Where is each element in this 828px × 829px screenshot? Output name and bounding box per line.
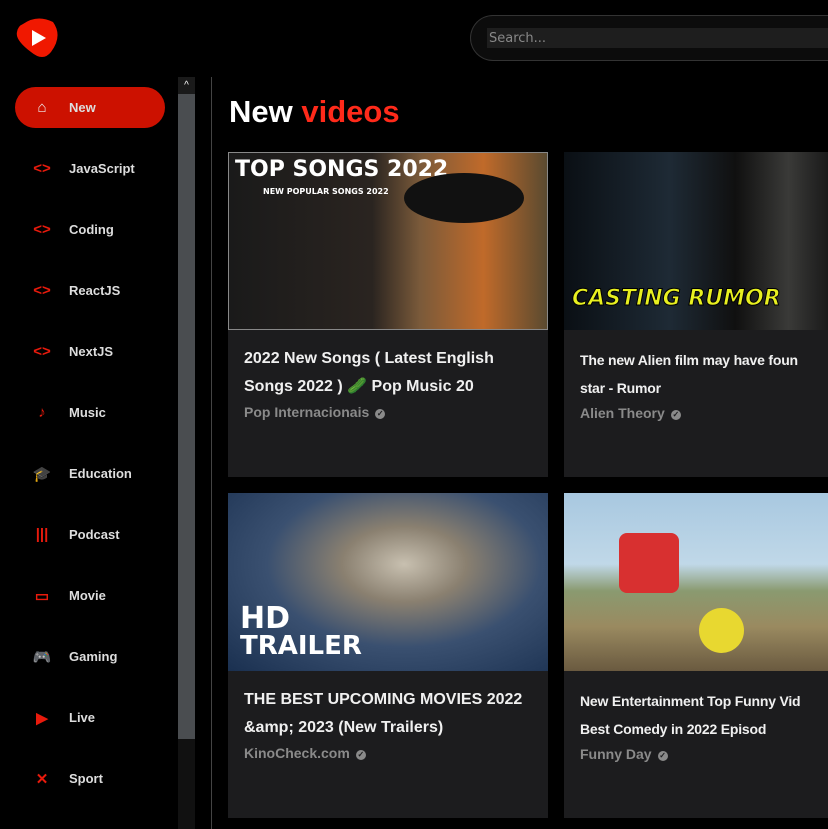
music-note-icon: ♪ <box>38 404 46 421</box>
scroll-up-button[interactable]: ^ <box>178 77 195 94</box>
home-icon: ⌂ <box>37 99 47 116</box>
channel-name[interactable]: KinoCheck.com ✓ <box>244 745 532 761</box>
video-title-line2[interactable]: Best Comedy in 2022 Episod <box>580 715 824 743</box>
video-card[interactable]: New Entertainment Top Funny Vid Best Come… <box>564 493 828 818</box>
video-title[interactable]: THE BEST UPCOMING MOVIES 2022 <box>244 686 532 714</box>
channel-name[interactable]: Funny Day ✓ <box>580 746 824 762</box>
sidebar-item-reactjs[interactable]: <> ReactJS <box>15 270 165 311</box>
code-icon: <> <box>33 221 51 238</box>
video-thumbnail[interactable] <box>564 493 828 671</box>
sidebar-item-new[interactable]: ⌂ New <box>15 87 165 128</box>
video-title-line2[interactable]: star - Rumor <box>580 374 824 402</box>
thumbnail-subtext: TRAILER <box>240 631 362 661</box>
sidebar-item-label: NextJS <box>69 344 114 359</box>
sidebar-item-nextjs[interactable]: <> NextJS <box>15 331 165 372</box>
sidebar-item-label: New <box>69 100 96 115</box>
thumbnail-text: TOP SONGS 2022 <box>235 157 449 182</box>
sidebar-item-label: ReactJS <box>69 283 121 298</box>
video-card[interactable]: HD TRAILER THE BEST UPCOMING MOVIES 2022… <box>228 493 548 818</box>
sidebar-item-sport[interactable]: ✕ Sport <box>15 758 165 799</box>
page-title: New videos <box>229 94 400 130</box>
sidebar-item-label: Sport <box>69 771 103 786</box>
sidebar-item-javascript[interactable]: <> JavaScript <box>15 148 165 189</box>
thumbnail-subtext: NEW POPULAR SONGS 2022 <box>263 187 389 196</box>
video-title-line2[interactable]: &amp; 2023 (New Trailers) <box>244 714 532 742</box>
logo[interactable] <box>15 16 59 60</box>
sidebar-item-label: Coding <box>69 222 114 237</box>
video-title[interactable]: The new Alien film may have foun <box>580 346 824 374</box>
sidebar-item-label: Live <box>69 710 96 725</box>
title-word-new: New <box>229 94 293 129</box>
sidebar-item-gaming[interactable]: 🎮 Gaming <box>15 636 165 677</box>
sidebar-scrollbar[interactable]: ^ <box>178 77 195 829</box>
code-icon: <> <box>33 282 51 299</box>
live-tv-icon: ▶ <box>36 709 48 727</box>
gamepad-icon: 🎮 <box>32 648 52 666</box>
sidebar: ⌂ New <> JavaScript <> Coding <> ReactJS <> NextJ… <box>0 77 178 829</box>
sidebar-item-label: Music <box>69 405 106 420</box>
verified-icon: ✓ <box>355 750 366 760</box>
sidebar-item-education[interactable]: 🎓 Education <box>15 453 165 494</box>
video-card[interactable]: TOP SONGS 2022 NEW POPULAR SONGS 2022 20… <box>228 152 548 477</box>
channel-name[interactable]: Alien Theory ✓ <box>580 405 824 421</box>
dumbbell-icon: ✕ <box>35 770 49 788</box>
graduation-cap-icon: 🎓 <box>32 465 52 483</box>
tv-icon: ▭ <box>34 587 50 605</box>
search-input[interactable] <box>487 28 828 48</box>
thumbnail-text: CASTING RUMOR <box>572 286 782 312</box>
sidebar-item-music[interactable]: ♪ Music <box>15 392 165 433</box>
channel-name[interactable]: Pop Internacionais ✓ <box>244 404 532 420</box>
sidebar-item-label: Podcast <box>69 527 120 542</box>
verified-icon: ✓ <box>657 751 668 761</box>
video-title[interactable]: 2022 New Songs ( Latest English <box>244 345 532 373</box>
video-thumbnail[interactable]: HD TRAILER <box>228 493 548 671</box>
scrollbar-thumb[interactable] <box>178 94 195 739</box>
sidebar-item-live[interactable]: ▶ Live <box>15 697 165 738</box>
verified-icon: ✓ <box>670 410 681 420</box>
sidebar-item-label: Movie <box>69 588 106 603</box>
code-icon: <> <box>33 343 51 360</box>
video-title-line2[interactable]: Songs 2022 ) 🥒 Pop Music 20 <box>244 373 532 401</box>
podcast-icon: ||| <box>35 526 49 543</box>
video-card[interactable]: CASTING RUMOR The new Alien film may hav… <box>564 152 828 477</box>
sidebar-item-label: JavaScript <box>69 161 135 176</box>
search-bar <box>470 15 828 61</box>
sidebar-item-movie[interactable]: ▭ Movie <box>15 575 165 616</box>
title-word-videos: videos <box>301 94 400 129</box>
divider <box>211 77 212 829</box>
sidebar-item-label: Education <box>69 466 132 481</box>
video-thumbnail[interactable]: CASTING RUMOR <box>564 152 828 330</box>
video-thumbnail[interactable]: TOP SONGS 2022 NEW POPULAR SONGS 2022 <box>228 152 548 330</box>
verified-icon: ✓ <box>375 409 386 419</box>
sidebar-item-label: Gaming <box>69 649 118 664</box>
video-title[interactable]: New Entertainment Top Funny Vid <box>580 687 824 715</box>
sidebar-item-podcast[interactable]: ||| Podcast <box>15 514 165 555</box>
sidebar-item-coding[interactable]: <> Coding <box>15 209 165 250</box>
code-icon: <> <box>33 160 51 177</box>
